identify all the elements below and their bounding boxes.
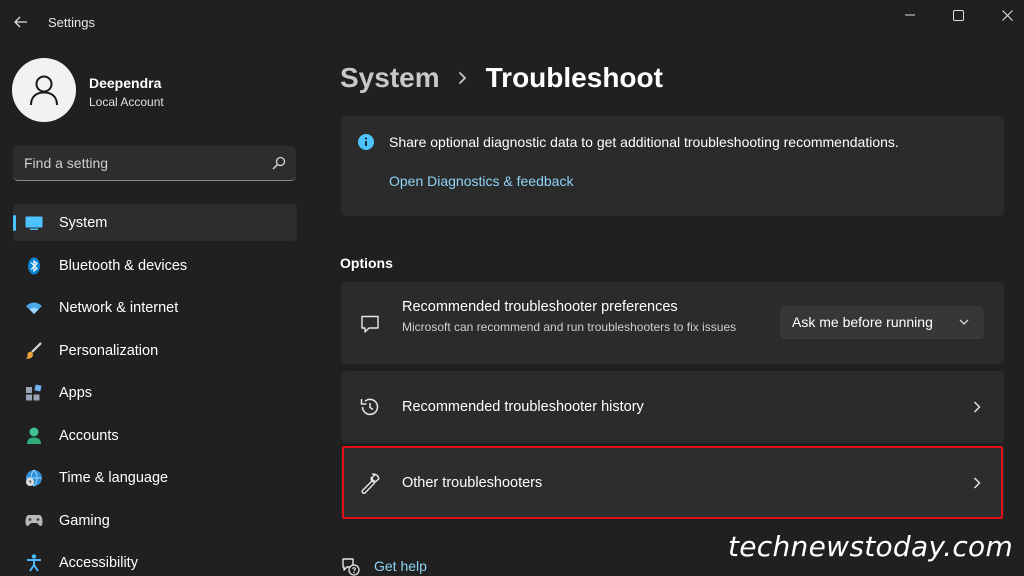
info-message: Share optional diagnostic data to get ad…: [389, 134, 899, 150]
wrench-icon: [359, 472, 381, 494]
sidebar-item-label: Personalization: [59, 342, 159, 359]
page-title: Troubleshoot: [485, 62, 663, 93]
user-name: Deependra: [89, 75, 162, 91]
troubleshooter-preference-dropdown[interactable]: Ask me before running: [780, 306, 984, 339]
back-button[interactable]: [8, 10, 34, 34]
sidebar-item-personalization[interactable]: Personalization: [13, 332, 297, 369]
chat-message-icon: [359, 313, 381, 335]
bluetooth-icon: [25, 257, 43, 275]
sidebar-nav: System Bluetooth & devices Network & int…: [13, 204, 297, 576]
sidebar-item-label: Accounts: [59, 427, 119, 444]
minimize-button[interactable]: [887, 4, 933, 26]
help-icon: [342, 558, 360, 576]
info-icon: [358, 134, 374, 150]
apps-icon: [25, 384, 43, 402]
sidebar-item-label: System: [59, 215, 108, 231]
chevron-right-icon: [973, 401, 981, 413]
sidebar-item-label: Apps: [59, 385, 93, 401]
history-icon: [359, 396, 381, 418]
sidebar-item-network[interactable]: Network & internet: [13, 289, 297, 326]
sidebar-item-label: Bluetooth & devices: [59, 257, 188, 274]
app-title: Settings: [48, 15, 95, 30]
back-arrow-icon: [14, 16, 27, 28]
sidebar-item-gaming[interactable]: Gaming: [13, 502, 297, 539]
globe-clock-icon: [25, 469, 43, 487]
close-icon: [1001, 9, 1013, 21]
sidebar-item-apps[interactable]: Apps: [13, 374, 297, 411]
watermark: technewstoday.com: [728, 530, 1014, 563]
get-help[interactable]: Get help: [340, 556, 427, 576]
sidebar-item-accounts[interactable]: Accounts: [13, 417, 297, 454]
option-title: Other troubleshooters: [402, 475, 543, 491]
recommended-preferences-row: Recommended troubleshooter preferences M…: [341, 282, 1004, 364]
diagnostic-info-card: Share optional diagnostic data to get ad…: [341, 116, 1004, 216]
troubleshooter-history-row[interactable]: Recommended troubleshooter history: [341, 371, 1004, 443]
main-content: System Troubleshoot Share optional diagn…: [340, 44, 1008, 576]
option-title: Recommended troubleshooter history: [402, 399, 644, 415]
wifi-icon: [25, 299, 43, 317]
sidebar-item-label: Gaming: [59, 512, 110, 529]
option-title: Recommended troubleshooter preferences: [402, 299, 678, 315]
sidebar-item-accessibility[interactable]: Accessibility: [13, 544, 297, 576]
account-type: Local Account: [89, 95, 164, 109]
options-heading: Options: [340, 255, 393, 271]
chevron-down-icon: [959, 319, 969, 325]
system-display-icon: [25, 214, 43, 232]
sidebar: Deependra Local Account System: [0, 44, 312, 576]
maximize-button[interactable]: [935, 4, 981, 26]
sidebar-item-system[interactable]: System: [13, 204, 297, 241]
gamepad-icon: [25, 512, 43, 530]
sidebar-item-bluetooth[interactable]: Bluetooth & devices: [13, 247, 297, 284]
accessibility-icon: [25, 554, 43, 572]
breadcrumb: System Troubleshoot: [340, 60, 663, 96]
sidebar-item-time-language[interactable]: Time & language: [13, 459, 297, 496]
minimize-icon: [905, 14, 915, 16]
sidebar-item-label: Network & internet: [59, 300, 179, 316]
option-description: Microsoft can recommend and run troubles…: [402, 320, 737, 334]
other-troubleshooters-row[interactable]: Other troubleshooters: [341, 447, 1004, 519]
search-box[interactable]: [13, 146, 296, 181]
breadcrumb-parent[interactable]: System: [340, 62, 440, 94]
open-diagnostics-link[interactable]: Open Diagnostics & feedback: [389, 173, 573, 189]
chevron-right-icon: [973, 477, 981, 489]
user-profile[interactable]: Deependra Local Account: [12, 58, 302, 124]
brush-icon: [25, 341, 43, 360]
search-icon[interactable]: [272, 156, 286, 170]
dropdown-selected-value: Ask me before running: [792, 314, 933, 330]
breadcrumb-chevron-icon: [458, 71, 470, 85]
avatar[interactable]: [12, 58, 76, 122]
person-icon: [25, 427, 43, 445]
maximize-icon: [952, 9, 964, 21]
sidebar-item-label: Accessibility: [59, 555, 138, 571]
person-avatar-icon: [30, 75, 58, 106]
close-button[interactable]: [984, 4, 1024, 26]
title-bar: Settings: [0, 0, 1024, 44]
get-help-link[interactable]: Get help: [374, 558, 427, 574]
search-input[interactable]: [13, 146, 263, 180]
sidebar-item-label: Time & language: [59, 470, 169, 486]
